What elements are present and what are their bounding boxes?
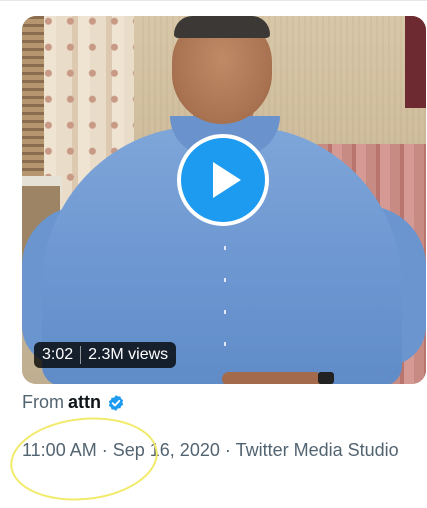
play-button[interactable] xyxy=(177,134,269,226)
video-duration: 3:02 xyxy=(42,346,74,363)
play-icon xyxy=(213,162,241,198)
video-view-count: 2.3M views xyxy=(88,346,169,363)
meta-separator: · xyxy=(224,440,231,460)
author-link[interactable]: attn xyxy=(68,392,101,413)
from-label: From xyxy=(22,392,64,412)
video-info-badge: 3:02 2.3M views xyxy=(34,342,177,368)
video-player[interactable]: 3:02 2.3M views xyxy=(22,16,426,384)
tweet-date[interactable]: Sep 16, 2020 xyxy=(113,440,220,460)
meta-separator: · xyxy=(101,440,108,460)
top-divider xyxy=(0,0,427,1)
attribution-line: From attn xyxy=(22,392,125,413)
tweet-source-link[interactable]: Twitter Media Studio xyxy=(236,440,399,460)
tweet-metadata: 11:00 AM · Sep 16, 2020 · Twitter Media … xyxy=(22,436,412,464)
tweet-time[interactable]: 11:00 AM xyxy=(22,440,97,460)
verified-badge-icon xyxy=(108,394,124,411)
